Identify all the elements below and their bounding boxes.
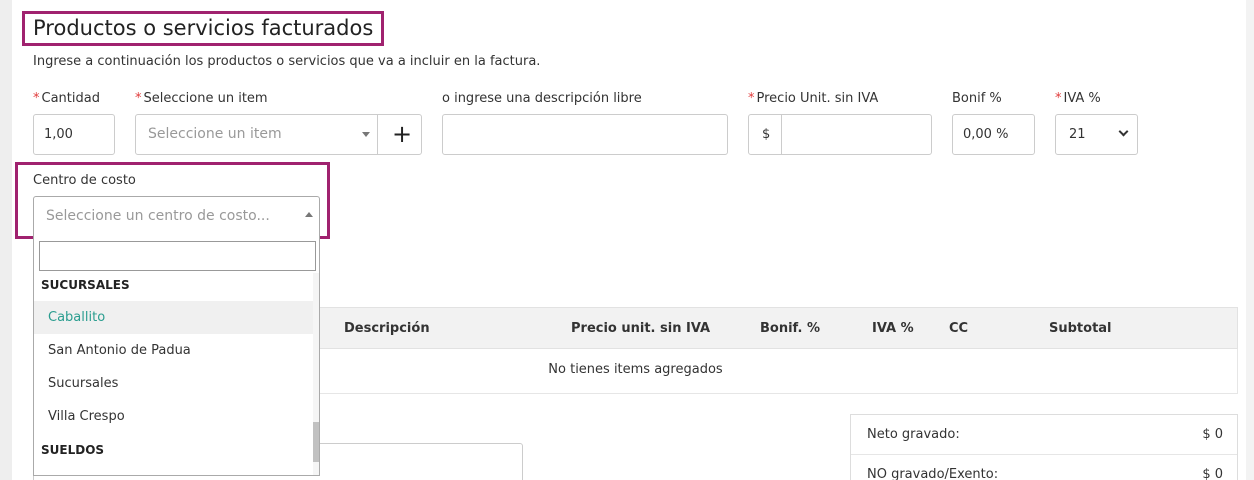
- dropdown-group-sueldos: SUELDOS: [41, 443, 105, 457]
- dropdown-search-input[interactable]: [39, 241, 316, 271]
- centro-costo-dropdown: SUCURSALES Caballito San Antonio de Padu…: [33, 236, 320, 476]
- precio-input[interactable]: [782, 115, 932, 154]
- section-subtitle: Ingrese a continuación los productos o s…: [33, 54, 541, 69]
- bonif-label: Bonif %: [952, 91, 1002, 106]
- item-label: * Seleccione un item: [135, 91, 268, 106]
- col-descripcion: Descripción: [344, 321, 430, 336]
- col-precio: Precio unit. sin IVA: [571, 321, 711, 336]
- invoice-items-section: Productos o servicios facturados Ingrese…: [0, 0, 1254, 480]
- total-value: $ 0: [1202, 467, 1223, 480]
- dropdown-option-caballito[interactable]: Caballito: [34, 301, 315, 334]
- col-cc: CC: [949, 321, 969, 336]
- right-gutter: [1246, 0, 1254, 480]
- total-label: Neto gravado:: [867, 427, 960, 442]
- dropdown-option-sucursales[interactable]: Sucursales: [34, 367, 315, 400]
- currency-addon: $: [762, 127, 771, 142]
- total-value: $ 0: [1202, 427, 1223, 442]
- left-gutter: [0, 0, 12, 480]
- totals-panel: Neto gravado: $ 0 NO gravado/Exento: $ 0: [850, 414, 1238, 480]
- iva-label: * IVA %: [1055, 91, 1101, 106]
- centro-costo-select[interactable]: Seleccione un centro de costo...: [33, 196, 320, 236]
- bonif-input[interactable]: 0,00 %: [952, 114, 1035, 155]
- item-select-group: Seleccione un item +: [135, 114, 422, 155]
- cantidad-value: 1,00: [44, 127, 73, 142]
- total-label: NO gravado/Exento:: [867, 467, 999, 480]
- item-select-placeholder: Seleccione un item: [148, 126, 282, 142]
- add-item-button[interactable]: +: [378, 115, 422, 154]
- precio-input-group: $: [748, 114, 932, 155]
- precio-label: * Precio Unit. sin IVA: [748, 91, 879, 106]
- dropdown-group-sucursales: SUCURSALES: [41, 278, 130, 292]
- section-title: Productos o servicios facturados: [33, 16, 374, 40]
- centro-costo-label: Centro de costo: [33, 173, 136, 188]
- caret-up-icon: [305, 212, 313, 217]
- cantidad-input[interactable]: 1,00: [33, 114, 115, 155]
- descripcion-input[interactable]: [442, 114, 728, 155]
- plus-icon: +: [392, 120, 413, 148]
- iva-select[interactable]: 21: [1055, 114, 1138, 155]
- col-bonif: Bonif. %: [760, 321, 820, 336]
- col-subtotal: Subtotal: [1049, 321, 1112, 336]
- cantidad-label: * Cantidad: [33, 91, 100, 106]
- col-iva: IVA %: [872, 321, 914, 336]
- chevron-down-icon: [1118, 126, 1129, 137]
- descripcion-label: o ingrese una descripción libre: [442, 91, 642, 106]
- item-select[interactable]: Seleccione un item: [136, 115, 377, 154]
- bonif-value: 0,00 %: [963, 127, 1009, 142]
- centro-costo-placeholder: Seleccione un centro de costo...: [46, 208, 270, 224]
- dropdown-option-san-antonio[interactable]: San Antonio de Padua: [34, 334, 315, 367]
- caret-down-icon: [362, 132, 370, 137]
- total-row-neto: Neto gravado: $ 0: [851, 415, 1237, 454]
- dropdown-scrollbar-thumb[interactable]: [313, 422, 319, 462]
- iva-value: 21: [1069, 127, 1086, 142]
- total-row-exento: NO gravado/Exento: $ 0: [851, 454, 1237, 480]
- dropdown-option-villa-crespo[interactable]: Villa Crespo: [34, 400, 315, 433]
